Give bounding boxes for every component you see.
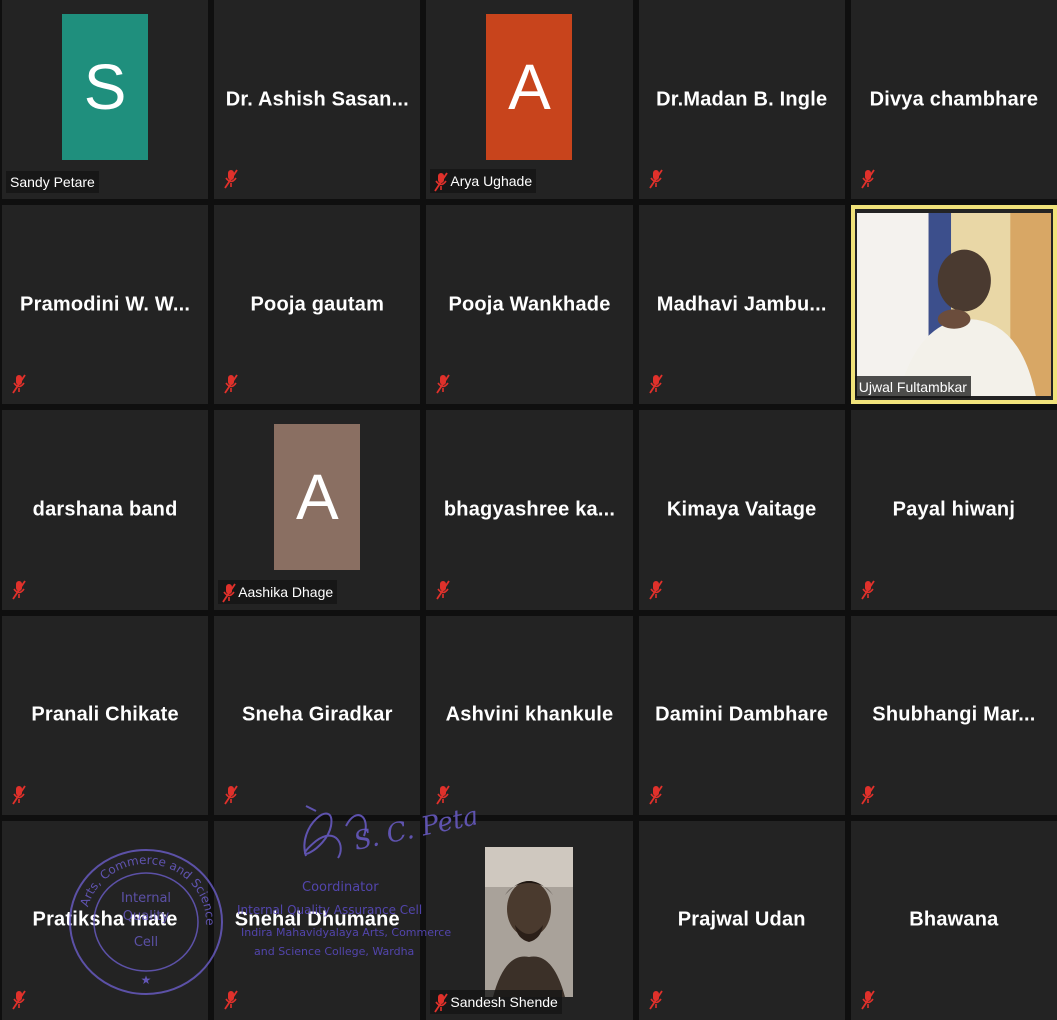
muted-mic-icon — [648, 990, 663, 1010]
participant-name: Dr. Ashish Sasan... — [225, 88, 409, 111]
participant-tile[interactable]: Pranali Chikate — [2, 615, 209, 815]
participant-name: Bhawana — [909, 908, 999, 931]
participant-tile[interactable]: Prajwal Udan — [638, 820, 845, 1020]
muted-mic-icon — [12, 580, 26, 600]
muted-mic-icon — [434, 993, 449, 1013]
participant-name: Ujwal Fultambkar — [858, 379, 967, 396]
participant-tile[interactable]: Madhavi Jambu... — [638, 205, 845, 405]
participant-grid: S Sandy Petare Dr. Ashish Sasan... A Arya Ug… — [0, 0, 1057, 1020]
muted-mic-icon — [436, 580, 451, 600]
participant-tile[interactable]: Pramodini W. W... — [2, 205, 209, 405]
participant-name: bhagyashree ka... — [443, 498, 616, 521]
participant-name: Damini Dambhare — [655, 703, 829, 726]
participant-tile[interactable]: Bhawana — [850, 820, 1057, 1020]
participant-tile[interactable]: Sandesh Shende — [426, 820, 633, 1020]
participant-tile[interactable]: Payal hiwanj — [850, 410, 1057, 610]
participant-name: Pratiksha mate — [32, 908, 178, 931]
participant-label: Sandy Petare — [6, 171, 99, 194]
muted-mic-icon — [222, 583, 236, 603]
participant-name: Snehal Dhumane — [234, 908, 400, 931]
participant-name: Sandy Petare — [10, 174, 95, 191]
participant-tile[interactable]: Shubhangi Mar... — [850, 615, 1057, 815]
muted-mic-icon — [648, 374, 663, 394]
profile-photo — [485, 846, 574, 997]
muted-mic-icon — [648, 169, 663, 189]
muted-mic-icon — [648, 785, 663, 805]
participant-tile[interactable]: Ashvini khankule — [426, 615, 633, 815]
participant-tile[interactable]: Kimaya Vaitage — [638, 410, 845, 610]
participant-label: Ujwal Fultambkar — [854, 376, 971, 399]
participant-name: Sandesh Shende — [450, 993, 558, 1010]
participant-name: Arya Ughade — [450, 173, 533, 190]
participant-label: Arya Ughade — [430, 169, 537, 194]
muted-mic-icon — [12, 374, 26, 394]
participant-name: darshana band — [32, 498, 178, 521]
muted-mic-icon — [224, 169, 238, 189]
muted-mic-icon — [436, 374, 451, 394]
participant-tile[interactable]: darshana band — [2, 410, 209, 610]
participant-tile[interactable]: Ujwal Fultambkar — [850, 205, 1057, 405]
participant-name: Shubhangi Mar... — [872, 703, 1036, 726]
participant-tile[interactable]: Dr.Madan B. Ingle — [638, 0, 845, 200]
participant-name: Pranali Chikate — [31, 703, 179, 726]
participant-name: Madhavi Jambu... — [656, 293, 827, 316]
avatar-initial: A — [508, 51, 551, 123]
muted-mic-icon — [12, 990, 26, 1010]
muted-mic-icon — [12, 785, 26, 805]
participant-name: Divya chambhare — [869, 88, 1039, 111]
participant-name: Dr.Madan B. Ingle — [656, 88, 828, 111]
participant-tile[interactable]: Damini Dambhare — [638, 615, 845, 815]
participant-label: Sandesh Shende — [430, 989, 562, 1014]
muted-mic-icon — [861, 580, 875, 600]
muted-mic-icon — [224, 374, 238, 394]
participant-tile[interactable]: A Aashika Dhage — [214, 410, 421, 610]
avatar-initial: A — [295, 461, 339, 534]
participant-tile[interactable]: bhagyashree ka... — [426, 410, 633, 610]
muted-mic-icon — [648, 580, 663, 600]
muted-mic-icon — [224, 785, 238, 805]
participant-tile[interactable]: Dr. Ashish Sasan... — [214, 0, 421, 200]
muted-mic-icon — [861, 169, 875, 189]
participant-tile[interactable]: A Arya Ughade — [426, 0, 633, 200]
participant-name: Pooja gautam — [250, 293, 385, 316]
participant-label: Aashika Dhage — [218, 579, 338, 604]
participant-tile[interactable]: Divya chambhare — [850, 0, 1057, 200]
participant-tile[interactable]: Snehal Dhumane — [214, 820, 421, 1020]
participant-name: Payal hiwanj — [892, 498, 1016, 521]
participant-name: Prajwal Udan — [677, 908, 806, 931]
participant-name: Ashvini khankule — [445, 703, 614, 726]
muted-mic-icon — [224, 990, 238, 1010]
participant-name: Pramodini W. W... — [20, 293, 191, 316]
muted-mic-icon — [436, 785, 451, 805]
participant-name: Sneha Giradkar — [241, 703, 393, 726]
avatar: A — [486, 14, 573, 160]
participant-name: Pooja Wankhade — [448, 293, 611, 316]
avatar: S — [62, 14, 149, 160]
muted-mic-icon — [861, 785, 875, 805]
avatar-initial: S — [83, 51, 127, 123]
participant-tile[interactable]: S Sandy Petare — [2, 0, 209, 200]
video-feed — [856, 213, 1051, 397]
avatar: A — [274, 424, 361, 571]
participant-tile[interactable]: Pratiksha mate — [2, 820, 209, 1020]
muted-mic-icon — [861, 990, 875, 1010]
participant-tile[interactable]: Pooja Wankhade — [426, 205, 633, 405]
participant-tile[interactable]: Pooja gautam — [214, 205, 421, 405]
participant-name: Aashika Dhage — [238, 583, 334, 600]
participant-tile[interactable]: Sneha Giradkar — [214, 615, 421, 815]
participant-name: Kimaya Vaitage — [666, 498, 817, 521]
muted-mic-icon — [434, 172, 449, 192]
